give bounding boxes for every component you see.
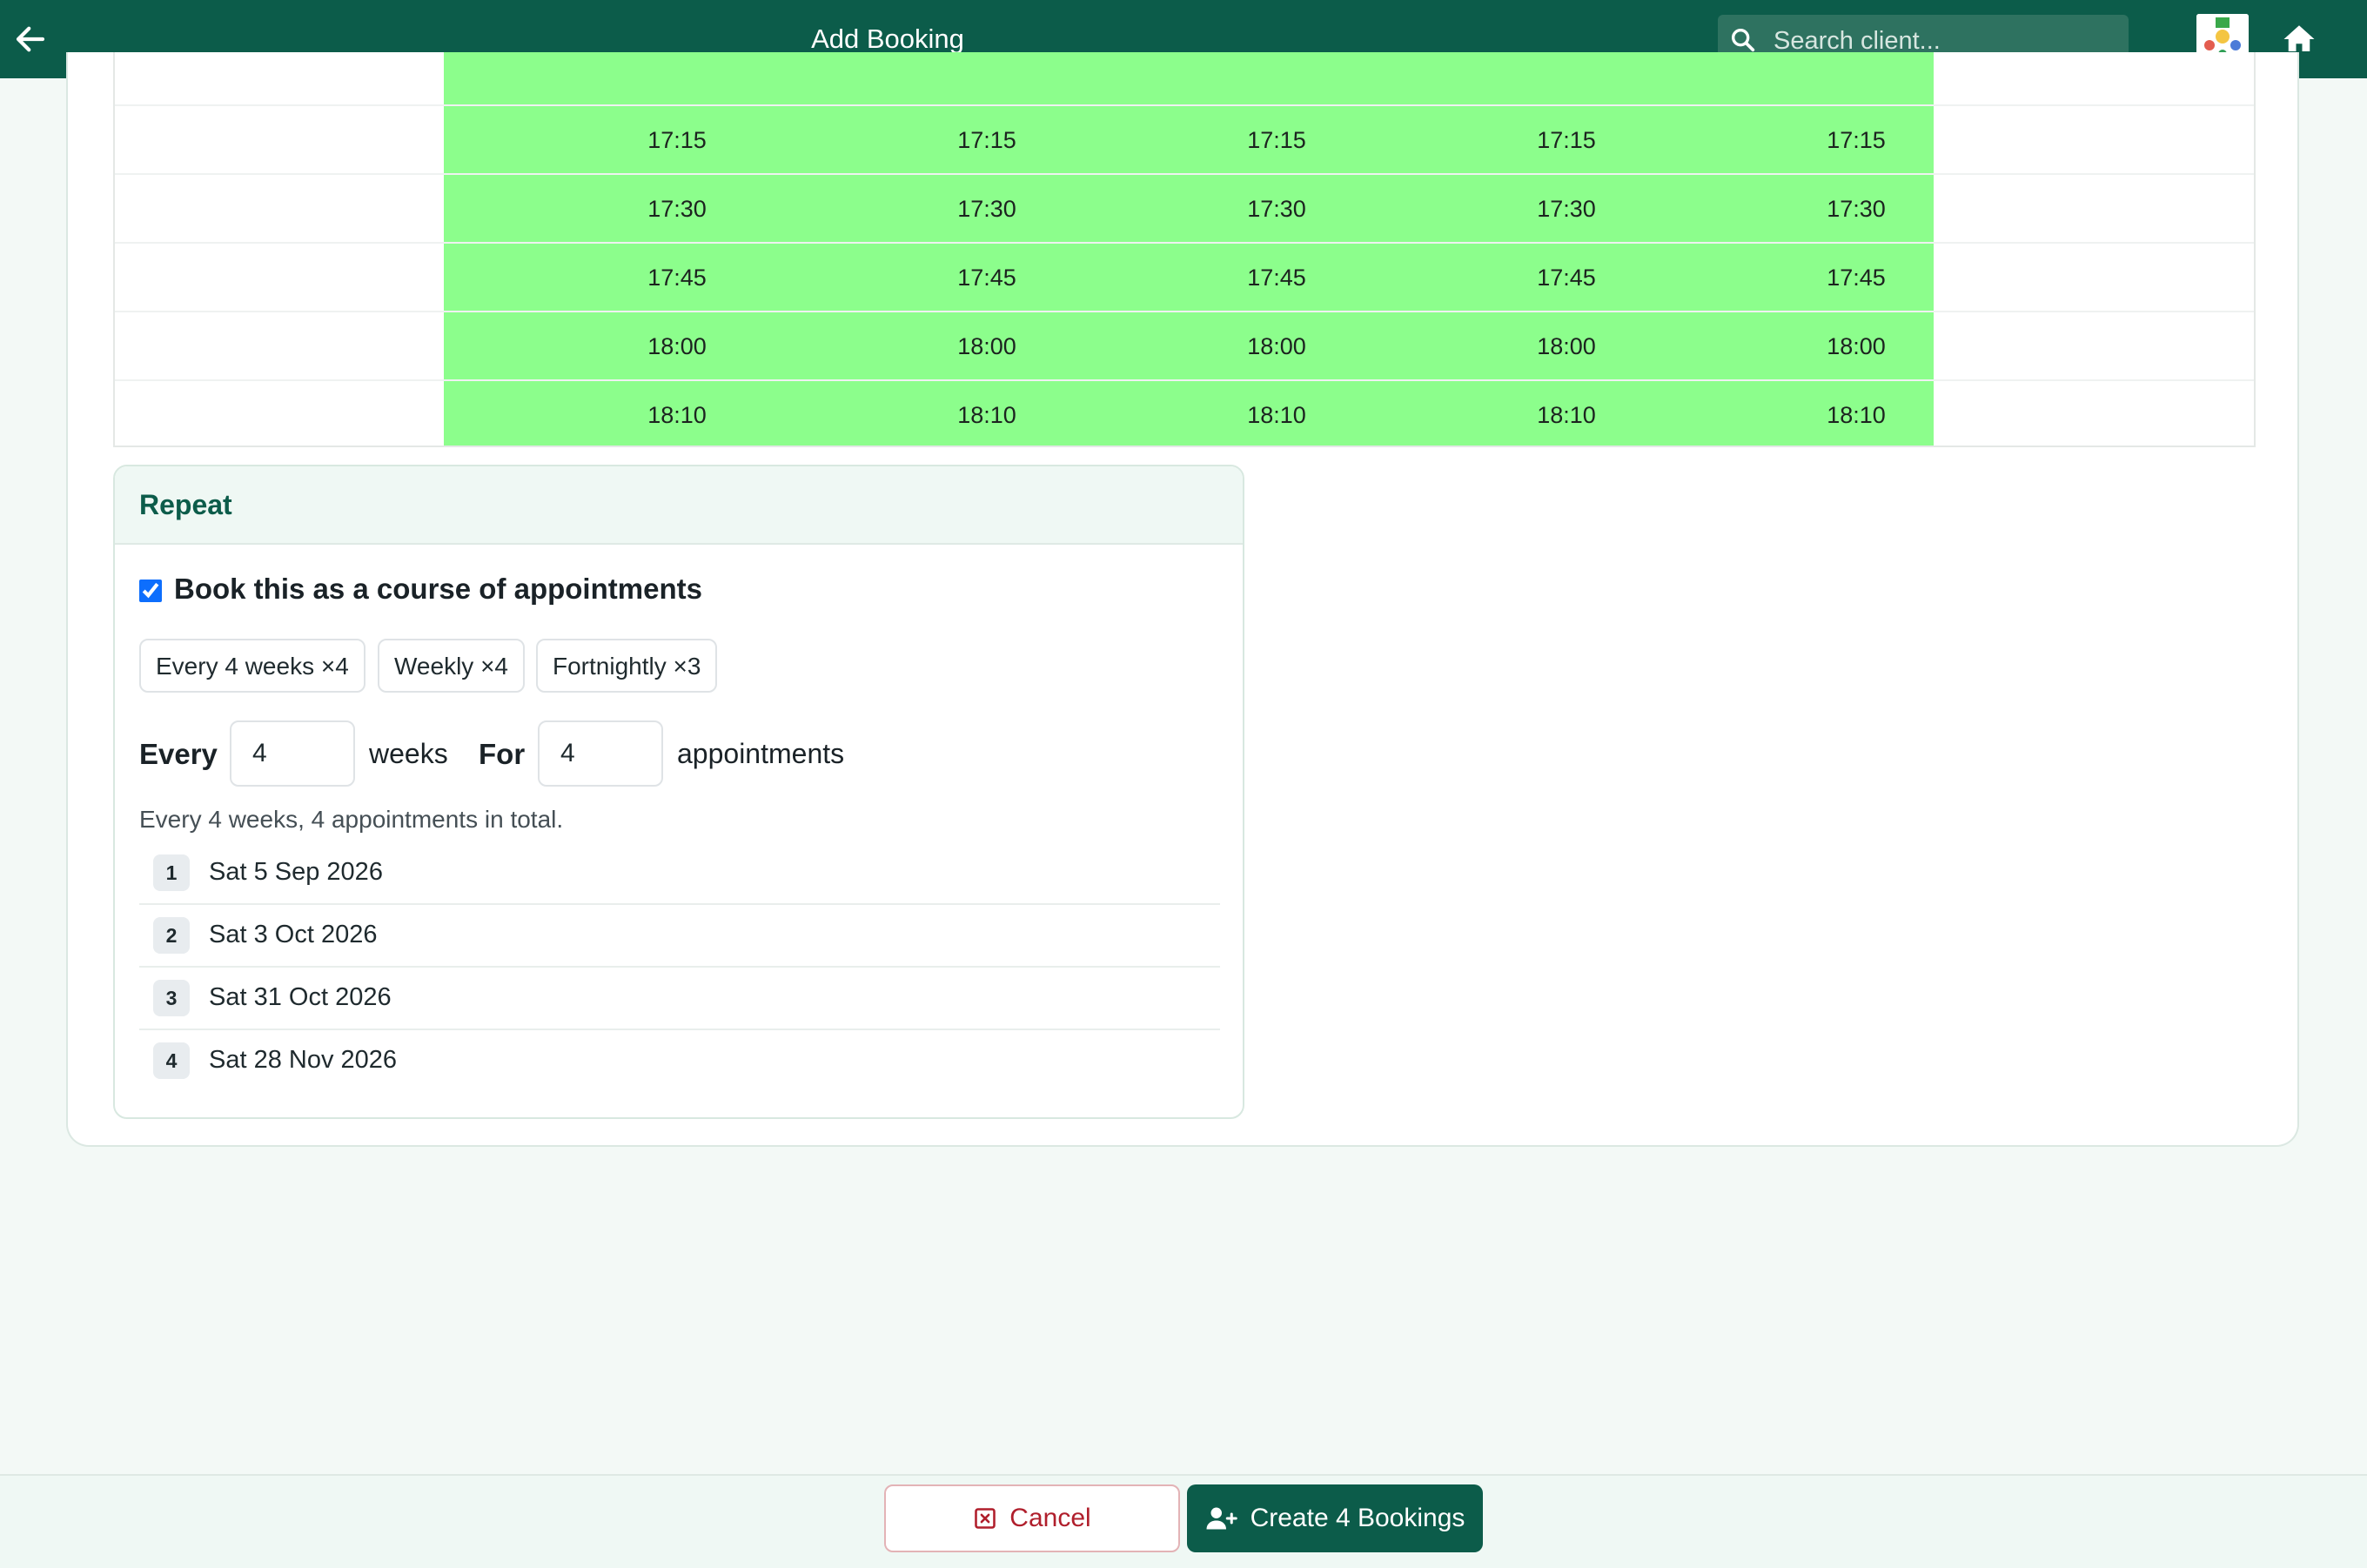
time-slot[interactable]: 17:15 [1479, 106, 1653, 175]
date-list-item: 2 Sat 3 Oct 2026 [139, 905, 1220, 968]
time-slot[interactable]: 18:00 [590, 312, 764, 381]
date-list-item: 3 Sat 31 Oct 2026 [139, 968, 1220, 1030]
course-label[interactable]: Book this as a course of appointments [174, 573, 702, 606]
appointment-count-input[interactable] [538, 720, 663, 787]
appointment-dates-list: 1 Sat 5 Sep 2026 2 Sat 3 Oct 2026 3 Sat … [139, 842, 1220, 1091]
cancel-label: Cancel [1009, 1504, 1091, 1532]
time-slot[interactable]: 18:10 [1479, 381, 1653, 450]
time-slot[interactable]: 18:10 [590, 381, 764, 450]
every-label: Every [139, 738, 218, 770]
repeat-summary: Every 4 weeks, 4 appointments in total. [139, 806, 564, 833]
date-text: Sat 31 Oct 2026 [209, 983, 392, 1011]
time-slot[interactable]: 17:15 [1190, 106, 1364, 175]
preset-weekly[interactable]: Weekly ×4 [378, 639, 525, 693]
preset-every-4-weeks[interactable]: Every 4 weeks ×4 [139, 639, 365, 693]
time-slot[interactable]: 17:30 [1479, 175, 1653, 244]
time-slot[interactable]: 17:30 [590, 175, 764, 244]
time-slot[interactable]: 17:15 [590, 106, 764, 175]
time-slot[interactable]: 17:45 [1769, 244, 1943, 312]
grid-row: 18:00 18:00 18:00 18:00 18:00 [115, 311, 2254, 381]
every-weeks-input[interactable] [230, 720, 355, 787]
time-slot[interactable]: 17:15 [1769, 106, 1943, 175]
grid-row: 17:15 17:15 17:15 17:15 17:15 [115, 104, 2254, 175]
time-slot[interactable]: 17:45 [900, 244, 1074, 312]
time-slot[interactable]: 18:00 [900, 312, 1074, 381]
preset-fortnightly[interactable]: Fortnightly ×3 [536, 639, 718, 693]
date-index-badge: 4 [153, 1042, 190, 1079]
time-slot[interactable]: 17:45 [1479, 244, 1653, 312]
date-text: Sat 3 Oct 2026 [209, 921, 378, 948]
date-index-badge: 3 [153, 980, 190, 1016]
action-footer: Cancel Create 4 Bookings [0, 1474, 2367, 1568]
date-text: Sat 28 Nov 2026 [209, 1046, 398, 1074]
search-icon [1731, 28, 1755, 52]
time-slot[interactable]: 18:00 [1769, 312, 1943, 381]
repeat-heading: Repeat [115, 466, 1243, 545]
grid-row-partial [115, 52, 2254, 103]
grid-row: 17:30 17:30 17:30 17:30 17:30 [115, 173, 2254, 244]
grid-row: 17:45 17:45 17:45 17:45 17:45 [115, 242, 2254, 312]
time-slot[interactable]: 17:30 [900, 175, 1074, 244]
time-slot[interactable]: 18:10 [900, 381, 1074, 450]
date-text: Sat 5 Sep 2026 [209, 858, 383, 886]
create-label: Create 4 Bookings [1250, 1504, 1465, 1532]
time-slot[interactable]: 17:45 [1190, 244, 1364, 312]
weeks-label: weeks [369, 738, 448, 769]
repeat-panel: Repeat Book this as a course of appointm… [113, 465, 1244, 1119]
time-slot[interactable]: 18:10 [1769, 381, 1943, 450]
for-label: For [479, 738, 526, 770]
course-checkbox[interactable] [139, 580, 162, 602]
date-index-badge: 2 [153, 917, 190, 954]
date-list-item: 1 Sat 5 Sep 2026 [139, 842, 1220, 905]
timeslot-grid: 17:15 17:15 17:15 17:15 17:15 17:30 17:30 17:30… [113, 52, 2256, 447]
time-slot[interactable]: 18:10 [1190, 381, 1364, 450]
x-square-icon [975, 1508, 996, 1529]
booking-card: 17:15 17:15 17:15 17:15 17:15 17:30 17:30 17:30… [66, 52, 2299, 1147]
time-slot[interactable]: 18:00 [1190, 312, 1364, 381]
time-slot[interactable]: 17:15 [900, 106, 1074, 175]
time-slot[interactable]: 17:45 [590, 244, 764, 312]
grid-row: 18:10 18:10 18:10 18:10 18:10 [115, 379, 2254, 450]
time-slot[interactable]: 17:30 [1769, 175, 1943, 244]
appointments-label: appointments [677, 738, 845, 769]
person-plus-icon [1206, 1507, 1237, 1530]
time-slot[interactable]: 18:00 [1479, 312, 1653, 381]
cancel-button[interactable]: Cancel [884, 1484, 1180, 1552]
create-bookings-button[interactable]: Create 4 Bookings [1187, 1484, 1483, 1552]
time-slot[interactable]: 17:30 [1190, 175, 1364, 244]
date-list-item: 4 Sat 28 Nov 2026 [139, 1030, 1220, 1091]
date-index-badge: 1 [153, 854, 190, 891]
